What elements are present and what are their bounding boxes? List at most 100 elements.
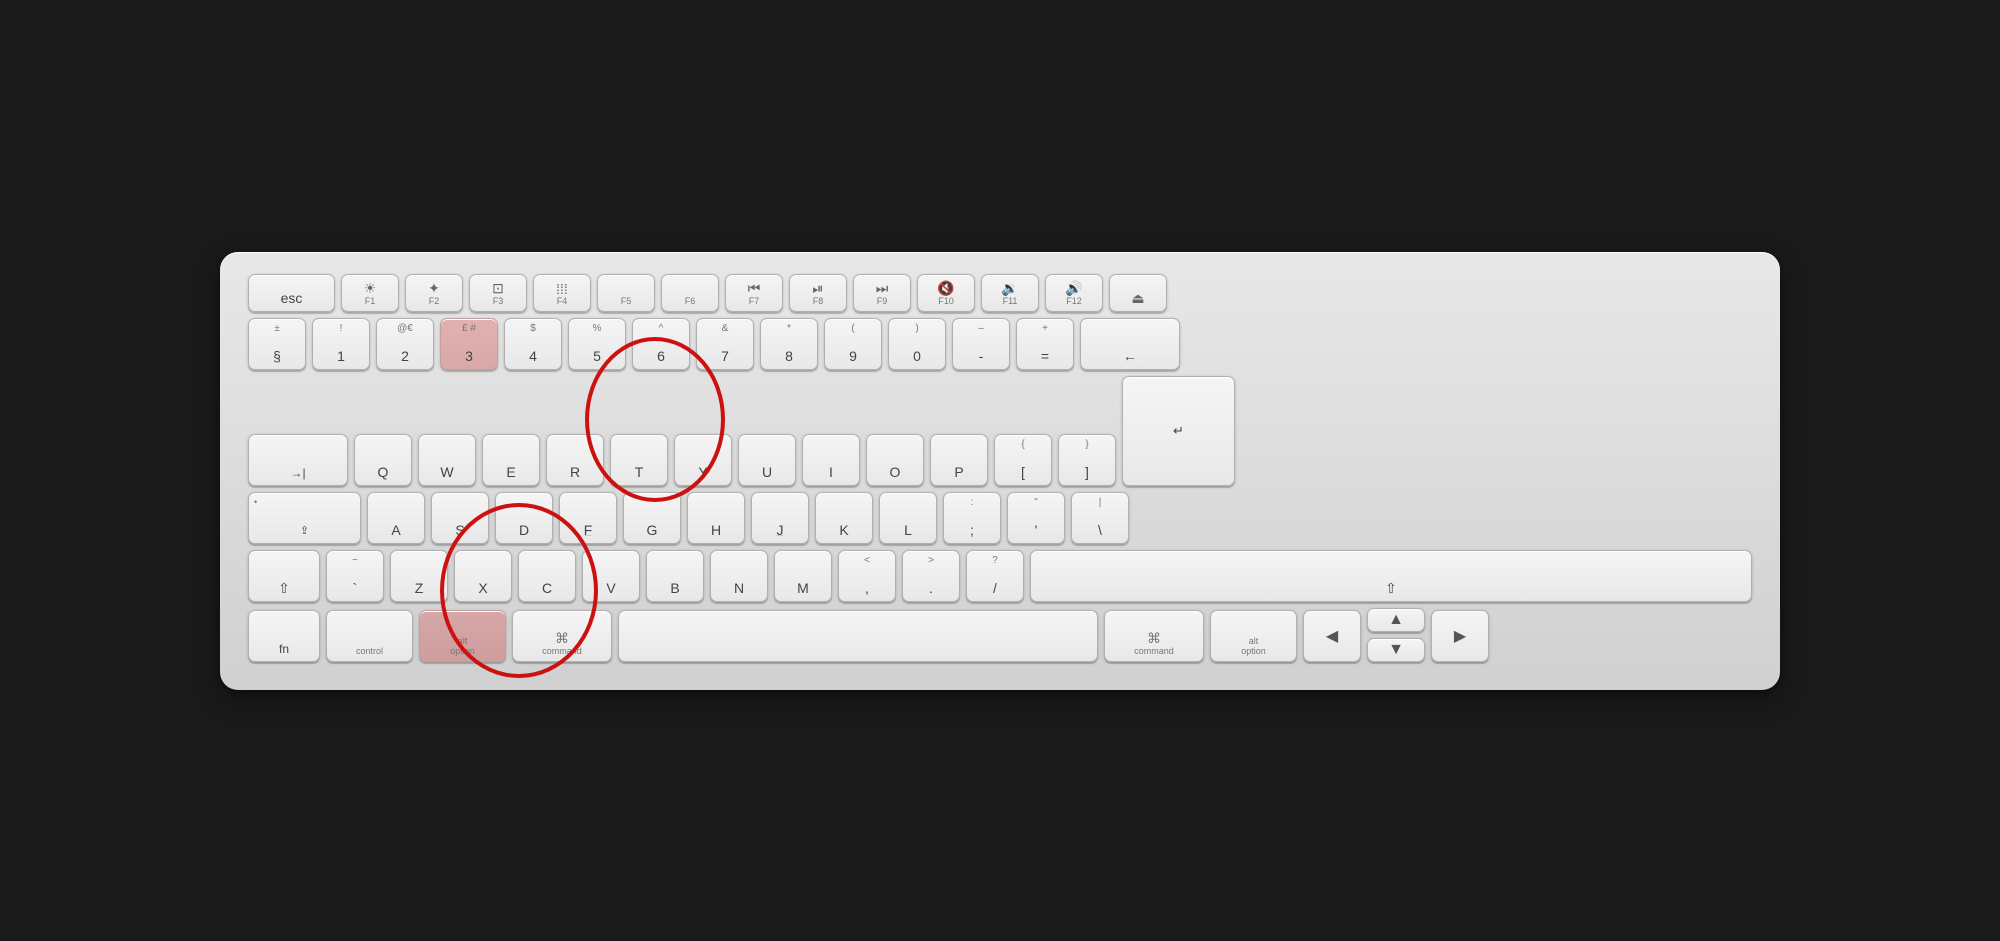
- key-f7-label: F7: [749, 297, 760, 307]
- key-f4[interactable]: ⁞⁞⁞ F4: [533, 274, 591, 312]
- key-period[interactable]: > .: [902, 550, 960, 602]
- key-f7[interactable]: ⏮ F7: [725, 274, 783, 312]
- key-9[interactable]: ( 9: [824, 318, 882, 370]
- key-arrow-up[interactable]: ▲: [1367, 608, 1425, 632]
- key-f12[interactable]: 🔊 F12: [1045, 274, 1103, 312]
- key-i[interactable]: I: [802, 434, 860, 486]
- key-f11[interactable]: 🔉 F11: [981, 274, 1039, 312]
- key-f2[interactable]: ✦ F2: [405, 274, 463, 312]
- key-w[interactable]: W: [418, 434, 476, 486]
- key-lbracket[interactable]: { [: [994, 434, 1052, 486]
- key-6[interactable]: ^ 6: [632, 318, 690, 370]
- key-r[interactable]: R: [546, 434, 604, 486]
- key-k[interactable]: K: [815, 492, 873, 544]
- key-d[interactable]: D: [495, 492, 553, 544]
- key-3[interactable]: £ # 3: [440, 318, 498, 370]
- key-f[interactable]: F —: [559, 492, 617, 544]
- key-o[interactable]: O: [866, 434, 924, 486]
- key-q[interactable]: Q: [354, 434, 412, 486]
- keyboard: esc ☀ F1 ✦ F2 ⊡ F3 ⁞⁞⁞ F4 F5 F6: [220, 252, 1780, 690]
- key-semicolon[interactable]: : ;: [943, 492, 1001, 544]
- key-minus[interactable]: – -: [952, 318, 1010, 370]
- key-8[interactable]: * 8: [760, 318, 818, 370]
- key-arrow-right[interactable]: ▶: [1431, 610, 1489, 662]
- key-j[interactable]: J —: [751, 492, 809, 544]
- key-4[interactable]: $ 4: [504, 318, 562, 370]
- key-section[interactable]: ± §: [248, 318, 306, 370]
- key-command-right[interactable]: ⌘ command: [1104, 610, 1204, 662]
- key-period-top: >: [928, 555, 934, 566]
- key-esc-label: esc: [281, 290, 303, 307]
- key-section-top: ±: [274, 323, 280, 334]
- key-space[interactable]: [618, 610, 1098, 662]
- key-h[interactable]: H: [687, 492, 745, 544]
- key-command-left[interactable]: ⌘ command: [512, 610, 612, 662]
- key-v[interactable]: V: [582, 550, 640, 602]
- key-a[interactable]: A: [367, 492, 425, 544]
- key-lshift[interactable]: ⇧: [248, 550, 320, 602]
- key-minus-top: –: [978, 323, 984, 334]
- key-t-label: T: [635, 464, 644, 481]
- key-f9[interactable]: ⏭ F9: [853, 274, 911, 312]
- key-u[interactable]: U: [738, 434, 796, 486]
- key-5[interactable]: % 5: [568, 318, 626, 370]
- key-c[interactable]: C: [518, 550, 576, 602]
- key-4-top: $: [530, 323, 536, 334]
- key-m[interactable]: M: [774, 550, 832, 602]
- key-p[interactable]: P: [930, 434, 988, 486]
- key-z[interactable]: Z: [390, 550, 448, 602]
- key-y[interactable]: Y: [674, 434, 732, 486]
- key-comma[interactable]: < ,: [838, 550, 896, 602]
- key-s[interactable]: S: [431, 492, 489, 544]
- key-f3[interactable]: ⊡ F3: [469, 274, 527, 312]
- key-n[interactable]: N: [710, 550, 768, 602]
- key-arrow-down[interactable]: ▼: [1367, 638, 1425, 662]
- key-lbracket-top: {: [1021, 439, 1024, 450]
- key-return[interactable]: ↵: [1122, 376, 1235, 486]
- arrow-updown: ▲ ▼: [1367, 608, 1425, 662]
- key-rbracket[interactable]: } ]: [1058, 434, 1116, 486]
- key-b[interactable]: B: [646, 550, 704, 602]
- key-lshift-label: ⇧: [278, 580, 290, 597]
- key-e[interactable]: E: [482, 434, 540, 486]
- key-capslock[interactable]: • ⇪: [248, 492, 361, 544]
- key-tab[interactable]: →|: [248, 434, 348, 486]
- key-q-label: Q: [378, 464, 389, 481]
- key-arrow-left-icon: ◀: [1326, 626, 1338, 646]
- key-g[interactable]: G: [623, 492, 681, 544]
- key-f5[interactable]: F5: [597, 274, 655, 312]
- key-f5-label: F5: [621, 297, 632, 307]
- key-backslash[interactable]: | \: [1071, 492, 1129, 544]
- key-slash[interactable]: ? /: [966, 550, 1024, 602]
- key-grave[interactable]: ~ `: [326, 550, 384, 602]
- key-1-top: !: [340, 323, 343, 334]
- key-rshift[interactable]: ⇧: [1030, 550, 1752, 602]
- key-eject[interactable]: ⏏: [1109, 274, 1167, 312]
- key-f6[interactable]: F6: [661, 274, 719, 312]
- key-2[interactable]: @€ 2: [376, 318, 434, 370]
- key-1[interactable]: ! 1: [312, 318, 370, 370]
- key-0[interactable]: ) 0: [888, 318, 946, 370]
- keyboard-rows: esc ☀ F1 ✦ F2 ⊡ F3 ⁞⁞⁞ F4 F5 F6: [248, 274, 1752, 662]
- key-x[interactable]: X: [454, 550, 512, 602]
- key-l[interactable]: L: [879, 492, 937, 544]
- key-f3-label: F3: [493, 297, 504, 307]
- key-quote[interactable]: " ': [1007, 492, 1065, 544]
- key-grave-top: ~: [352, 555, 358, 566]
- key-arrow-left[interactable]: ◀: [1303, 610, 1361, 662]
- key-option-right[interactable]: alt option: [1210, 610, 1297, 662]
- key-f10[interactable]: 🔇 F10: [917, 274, 975, 312]
- key-arrow-up-icon: ▲: [1388, 611, 1404, 629]
- key-esc[interactable]: esc: [248, 274, 335, 312]
- key-fn[interactable]: fn: [248, 610, 320, 662]
- key-option-left[interactable]: alt option: [419, 610, 506, 662]
- key-f8[interactable]: ⏯ F8: [789, 274, 847, 312]
- key-cmd-right-icon: ⌘: [1147, 631, 1161, 646]
- key-backspace[interactable]: ←: [1080, 318, 1180, 370]
- key-equals[interactable]: + =: [1016, 318, 1074, 370]
- key-f1[interactable]: ☀ F1: [341, 274, 399, 312]
- key-7[interactable]: & 7: [696, 318, 754, 370]
- key-tab-label: →|: [290, 466, 305, 480]
- key-control[interactable]: control: [326, 610, 413, 662]
- key-t[interactable]: T: [610, 434, 668, 486]
